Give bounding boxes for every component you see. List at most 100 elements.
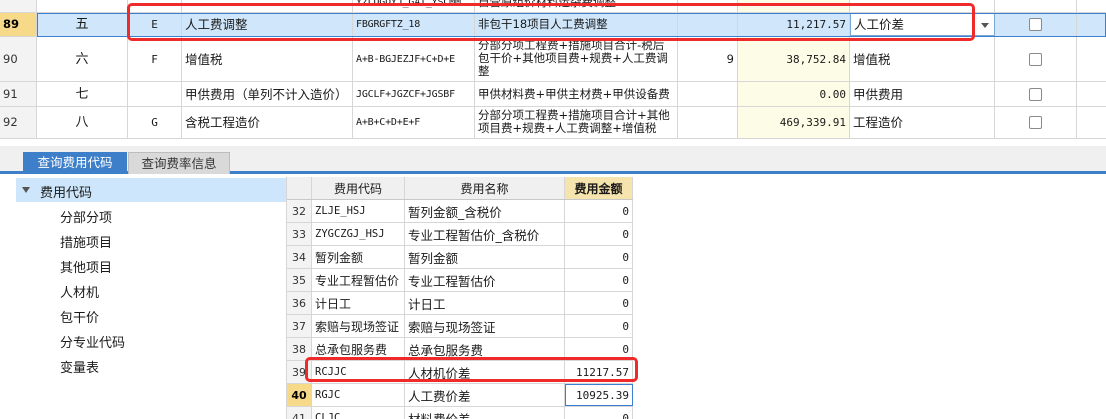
row-checkbox[interactable] xyxy=(1029,116,1042,129)
fee-code-cell[interactable]: 专业工程暂估价 xyxy=(312,269,405,291)
fee-type-select[interactable]: 人工价差 xyxy=(850,13,995,36)
row-number: 33 xyxy=(287,223,312,245)
base-description-cell: 自营原组价材料运杂费调整 xyxy=(475,0,678,12)
row-number: 92 xyxy=(0,107,37,138)
header-fee-amount[interactable]: 费用金额 xyxy=(565,177,633,199)
tree-node-fee-code[interactable]: 费用代码 xyxy=(16,178,286,202)
amount-cell: 0.00 xyxy=(738,82,850,106)
chevron-down-icon[interactable] xyxy=(22,187,30,193)
fee-code-cell[interactable]: RCJJC xyxy=(312,361,405,383)
row-number: 40 xyxy=(287,384,312,406)
table-row[interactable]: 39 RCJJC 人材机价差 11217.57 xyxy=(287,361,633,384)
tree-item-other[interactable]: 其他项目 xyxy=(60,257,112,276)
table-row-current[interactable]: 40 RGJC 人工费价差 10925.39 xyxy=(287,384,633,407)
fee-amount-cell[interactable]: 10925.39 xyxy=(565,384,633,406)
fee-code-cell[interactable]: CLJC xyxy=(312,407,405,419)
fee-name-cell[interactable]: 人工费调整 xyxy=(182,13,353,36)
seq-cell[interactable]: 五 xyxy=(37,13,128,36)
amount-cell: 38,752.84 xyxy=(738,37,850,81)
tab-query-fee-code[interactable]: 查询费用代码 xyxy=(23,152,127,174)
tree-item-rcj[interactable]: 人材机 xyxy=(60,282,99,301)
fee-code-cell[interactable]: ZYGCZGJ_HSJ xyxy=(312,223,405,245)
header-fee-code[interactable]: 费用代码 xyxy=(312,177,405,199)
rate-cell[interactable]: 9 xyxy=(678,37,738,81)
table-row-selected[interactable]: 89 五 E 人工费调整 FBGRGFTZ_18 非包干18项目人工费调整 11… xyxy=(0,13,1106,37)
tab-query-rate-info[interactable]: 查询费率信息 xyxy=(128,152,230,174)
table-header: 费用代码 费用名称 费用金额 xyxy=(287,177,633,200)
table-row[interactable]: 41 CLJC 材料费价差 0 xyxy=(287,407,633,419)
code-cell[interactable]: G xyxy=(128,107,182,138)
fee-amount-cell: 0 xyxy=(565,269,633,291)
row-number: 89 xyxy=(0,13,37,36)
fee-code-cell[interactable]: ZLJE_HSJ xyxy=(312,200,405,222)
table-row[interactable]: 35 专业工程暂估价 专业工程暂估价 0 xyxy=(287,269,633,292)
fee-name-cell: 人材机价差 xyxy=(405,361,565,383)
tree-item-variables[interactable]: 变量表 xyxy=(60,357,99,376)
tree-item-by-specialty[interactable]: 分专业代码 xyxy=(60,332,125,351)
fee-name-cell: 总承包服务费 xyxy=(405,338,565,360)
table-row[interactable]: 37 索赔与现场签证 索赔与现场签证 0 xyxy=(287,315,633,338)
table-row[interactable]: 32 ZLJE_HSJ 暂列金额_含税价 0 xyxy=(287,200,633,223)
row-checkbox[interactable] xyxy=(1029,52,1042,66)
fee-code-tree: 费用代码 分部分项 措施项目 其他项目 人材机 包干价 分专业代码 变量表 xyxy=(0,177,287,419)
table-row[interactable]: 33 ZYGCZGJ_HSJ 专业工程暂估价_含税价 0 xyxy=(287,223,633,246)
calc-base-cell[interactable]: JGCLF+JGZCF+JGSBF xyxy=(353,82,475,106)
calc-base-cell[interactable]: A+B+C+D+E+F xyxy=(353,107,475,138)
tree-item-measures[interactable]: 措施项目 xyxy=(60,232,112,251)
seq-cell[interactable]: 七 xyxy=(37,82,128,106)
row-checkbox[interactable] xyxy=(1029,18,1042,31)
tree-item-fbfx[interactable]: 分部分项 xyxy=(60,207,112,226)
fee-code-cell[interactable]: 计日工 xyxy=(312,292,405,314)
table-row[interactable]: 90 六 F 增值税 A+B-BGJEZJF+C+D+E 分部分项工程费+措施项… xyxy=(0,37,1106,82)
row-number: 38 xyxy=(287,338,312,360)
rate-cell[interactable] xyxy=(678,13,738,36)
fee-type-cell[interactable]: 增值税 xyxy=(850,37,995,81)
row-number: 34 xyxy=(287,246,312,268)
fee-code-cell[interactable]: RGJC xyxy=(312,384,405,406)
table-row[interactable]: 36 计日工 计日工 0 xyxy=(287,292,633,315)
row-number: 32 xyxy=(287,200,312,222)
row-number xyxy=(0,0,37,12)
bottom-tab-bar: 查询费用代码 查询费率信息 xyxy=(0,146,1106,174)
fee-code-cell[interactable]: 索赔与现场签证 xyxy=(312,315,405,337)
base-description-cell: 非包干18项目人工费调整 xyxy=(475,13,678,36)
fee-name-cell[interactable]: 甲供费用（单列不计入造价） xyxy=(182,82,353,106)
row-number: 90 xyxy=(0,37,37,81)
fee-type-cell[interactable]: 甲供费用 xyxy=(850,82,995,106)
table-row[interactable]: 34 暂列金额 暂列金额 0 xyxy=(287,246,633,269)
seq-cell[interactable]: 六 xyxy=(37,37,128,81)
seq-cell[interactable]: 八 xyxy=(37,107,128,138)
fee-code-cell[interactable]: 总承包服务费 xyxy=(312,338,405,360)
fee-name-cell: 人工费价差 xyxy=(405,384,565,406)
base-description-cell: 甲供材料费+甲供主材费+甲供设备费 xyxy=(475,82,678,106)
fee-name-cell[interactable]: 含税工程造价 xyxy=(182,107,353,138)
calc-base-cell[interactable]: YZLDGDYJ_GAT_YSCMM xyxy=(353,0,475,12)
table-row[interactable]: 92 八 G 含税工程造价 A+B+C+D+E+F 分部分项工程费+措施项目合计… xyxy=(0,107,1106,139)
fee-type-cell[interactable]: 工程造价 xyxy=(850,107,995,138)
code-cell[interactable] xyxy=(128,82,182,106)
base-description-cell: 分部分项工程费+措施项目合计-税后包干价+其他项目费+规费+人工费调整 xyxy=(475,37,678,81)
tree-item-lump-sum[interactable]: 包干价 xyxy=(60,307,99,326)
fee-amount-cell: 0 xyxy=(565,315,633,337)
table-row[interactable]: 91 七 甲供费用（单列不计入造价） JGCLF+JGZCF+JGSBF 甲供材… xyxy=(0,82,1106,107)
tree-node-label: 费用代码 xyxy=(40,186,93,201)
header-fee-name[interactable]: 费用名称 xyxy=(405,177,565,199)
calc-base-cell[interactable]: FBGRGFTZ_18 xyxy=(353,13,475,36)
fee-name-cell[interactable]: 增值税 xyxy=(182,37,353,81)
rate-cell[interactable] xyxy=(678,107,738,138)
code-cell[interactable]: F xyxy=(128,37,182,81)
row-number: 91 xyxy=(0,82,37,106)
fee-summary-grid: YZLDGDYJ_GAT_YSCMM 自营原组价材料运杂费调整 89 五 E 人… xyxy=(0,0,1106,146)
calc-base-cell[interactable]: A+B-BGJEZJF+C+D+E xyxy=(353,37,475,81)
fee-name-cell: 暂列金额_含税价 xyxy=(405,200,565,222)
fee-name-cell: 计日工 xyxy=(405,292,565,314)
code-cell[interactable]: E xyxy=(128,13,182,36)
chevron-down-icon[interactable] xyxy=(981,23,989,28)
rate-cell[interactable] xyxy=(678,82,738,106)
row-checkbox[interactable] xyxy=(1029,87,1042,101)
table-row[interactable]: 38 总承包服务费 总承包服务费 0 xyxy=(287,338,633,361)
row-number: 35 xyxy=(287,269,312,291)
fee-code-cell[interactable]: 暂列金额 xyxy=(312,246,405,268)
amount-cell: 11,217.57 xyxy=(738,13,850,36)
fee-amount-cell: 11217.57 xyxy=(565,361,633,383)
